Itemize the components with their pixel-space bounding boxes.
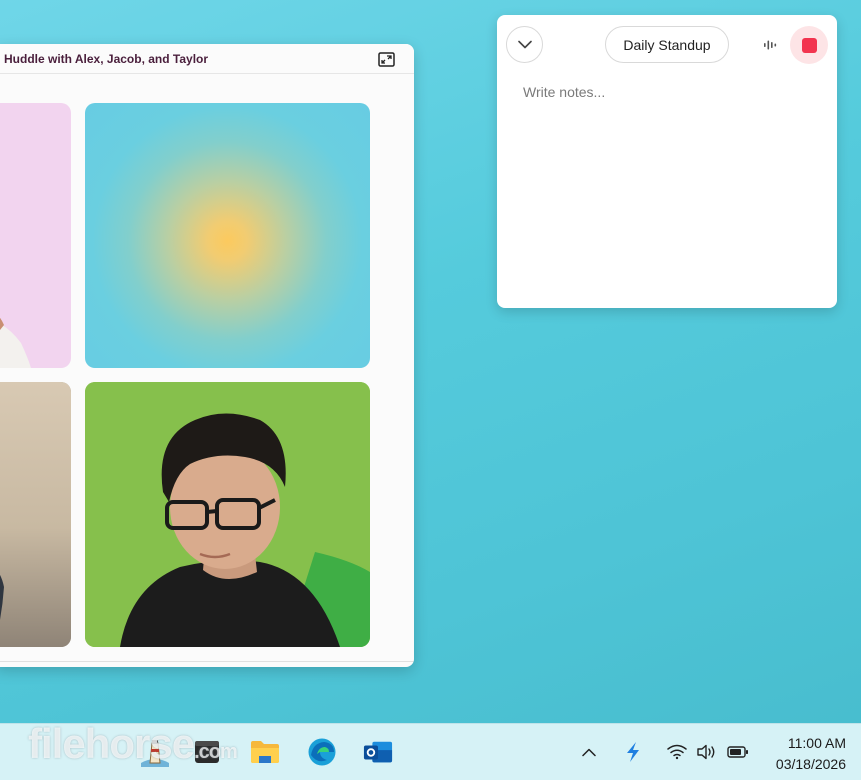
copilot-icon — [627, 742, 639, 762]
volume-button[interactable] — [696, 742, 718, 762]
expand-button[interactable] — [377, 51, 395, 67]
notes-input[interactable] — [523, 80, 819, 104]
wifi-icon — [667, 744, 687, 760]
expand-icon — [377, 51, 395, 67]
audio-waveform-button[interactable] — [760, 34, 782, 56]
copilot-tray-button[interactable] — [622, 742, 644, 762]
participant-tile-green[interactable] — [85, 382, 370, 647]
taskbar-app-edge[interactable] — [307, 737, 337, 767]
chevron-down-icon — [517, 40, 532, 49]
taskbar-app-outlook[interactable] — [363, 737, 393, 767]
huddle-title: Huddle with Alex, Jacob, and Taylor — [4, 52, 209, 66]
huddle-title-bar: Huddle with Alex, Jacob, and Taylor — [0, 44, 414, 74]
stop-icon — [801, 37, 817, 53]
participant-tile-pink[interactable] — [0, 103, 71, 368]
watermark-text: filehorse — [28, 720, 195, 767]
file-explorer-icon — [251, 741, 279, 763]
participant-tile-gradient[interactable] — [85, 103, 370, 368]
show-hidden-icons-button[interactable] — [578, 742, 600, 762]
huddle-bottom-divider — [0, 661, 414, 662]
taskbar-app-file-explorer[interactable] — [250, 737, 280, 767]
collapse-button[interactable] — [506, 26, 543, 63]
participant-photo — [85, 382, 370, 647]
notes-window: Daily Standup — [497, 15, 837, 308]
clock-date[interactable]: 03/18/2026 — [776, 756, 846, 772]
chevron-up-icon — [582, 748, 596, 756]
participant-photo — [0, 317, 31, 368]
outlook-icon — [363, 741, 393, 763]
battery-button[interactable] — [727, 742, 749, 762]
stop-recording-button[interactable] — [790, 26, 828, 64]
meeting-name-button[interactable]: Daily Standup — [605, 26, 729, 63]
watermark-suffix: .com — [194, 741, 238, 763]
huddle-window: Huddle with Alex, Jacob, and Taylor — [0, 44, 414, 667]
meeting-name: Daily Standup — [623, 36, 711, 53]
watermark: filehorse.com — [28, 720, 238, 768]
participant-tile-street[interactable] — [0, 382, 71, 647]
waveform-icon — [764, 40, 777, 50]
wifi-button[interactable] — [666, 742, 688, 762]
battery-icon — [727, 746, 748, 758]
clock-time[interactable]: 11:00 AM — [788, 735, 846, 751]
participant-photo — [0, 382, 71, 647]
edge-icon — [308, 738, 336, 766]
volume-icon — [697, 744, 715, 760]
